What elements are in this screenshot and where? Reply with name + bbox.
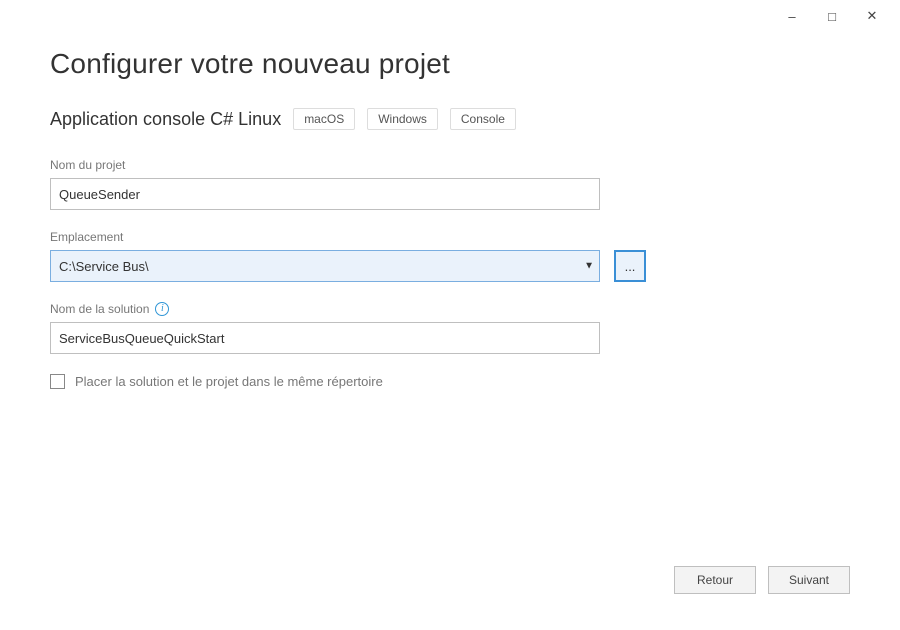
- location-combobox[interactable]: ▼: [50, 250, 600, 282]
- project-name-input[interactable]: [50, 178, 600, 210]
- same-directory-row: Placer la solution et le projet dans le …: [50, 374, 850, 389]
- same-directory-label: Placer la solution et le projet dans le …: [75, 374, 383, 389]
- location-input[interactable]: [50, 250, 600, 282]
- same-directory-checkbox[interactable]: [50, 374, 65, 389]
- close-button[interactable]: ✕: [852, 2, 892, 30]
- next-button[interactable]: Suivant: [768, 566, 850, 594]
- minimize-button[interactable]: –: [772, 2, 812, 30]
- back-button[interactable]: Retour: [674, 566, 756, 594]
- solution-name-label-text: Nom de la solution: [50, 302, 149, 316]
- template-tag: macOS: [293, 108, 355, 130]
- template-name: Application console C# Linux: [50, 109, 281, 130]
- window-controls: – □ ✕: [772, 0, 900, 32]
- solution-name-label: Nom de la solution i: [50, 302, 850, 316]
- location-label: Emplacement: [50, 230, 850, 244]
- template-tag: Console: [450, 108, 516, 130]
- location-field: Emplacement ▼ ...: [50, 230, 850, 282]
- template-language: C#: [210, 109, 233, 129]
- template-tag: Windows: [367, 108, 438, 130]
- template-os: Linux: [238, 109, 281, 129]
- project-name-label: Nom du projet: [50, 158, 850, 172]
- info-icon[interactable]: i: [155, 302, 169, 316]
- page-title: Configurer votre nouveau projet: [50, 48, 850, 80]
- template-kind: Application console: [50, 109, 205, 129]
- project-name-field: Nom du projet: [50, 158, 850, 210]
- wizard-footer: Retour Suivant: [674, 566, 850, 594]
- main-content: Configurer votre nouveau projet Applicat…: [50, 48, 850, 389]
- browse-button[interactable]: ...: [614, 250, 646, 282]
- maximize-button[interactable]: □: [812, 2, 852, 30]
- template-summary: Application console C# Linux macOS Windo…: [50, 108, 850, 130]
- solution-name-field: Nom de la solution i: [50, 302, 850, 354]
- solution-name-input[interactable]: [50, 322, 600, 354]
